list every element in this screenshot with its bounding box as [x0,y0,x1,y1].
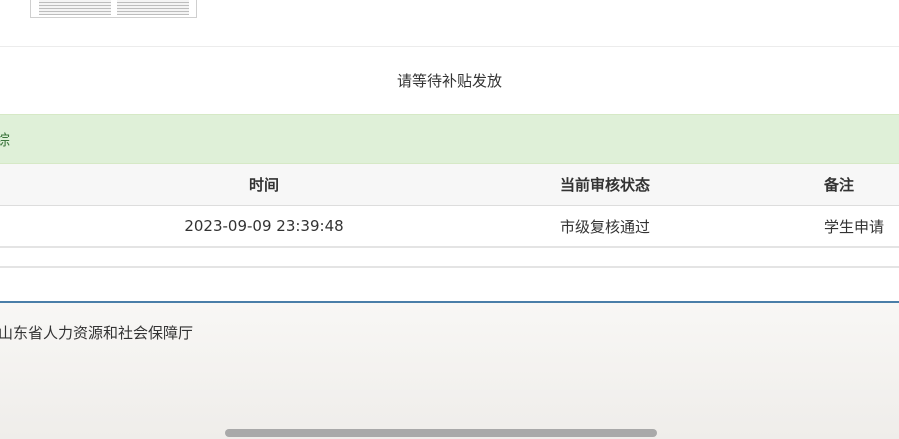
status-notice: 请等待补贴发放 [0,47,899,113]
cell-note: 学生申请 [824,217,885,236]
document-thumbnail-2[interactable] [117,0,189,15]
empty-panel [0,266,899,300]
footer-org-name: 山东省人力资源和社会保障厅 [0,324,194,342]
attachment-thumbnails[interactable] [30,0,197,18]
cell-status: 市级复核通过 [559,217,650,236]
footer: 山东省人力资源和社会保障厅 [0,301,899,439]
column-header-status: 当前审核状态 [559,176,650,194]
document-thumbnail-1[interactable] [39,0,111,15]
column-header-time: 时间 [248,176,279,194]
cell-time: 2023-09-09 23:39:48 [184,217,344,235]
tracking-section-header: 综 [0,114,899,164]
notice-text: 请等待补贴发放 [396,71,502,90]
horizontal-scrollbar-thumb[interactable] [225,429,657,437]
table-row: 2023-09-09 23:39:48 市级复核通过 学生申请 [0,206,899,248]
column-header-note: 备注 [824,176,855,194]
section-title: 综 [0,130,11,149]
table-header-row: 时间 当前审核状态 备注 [0,164,899,206]
